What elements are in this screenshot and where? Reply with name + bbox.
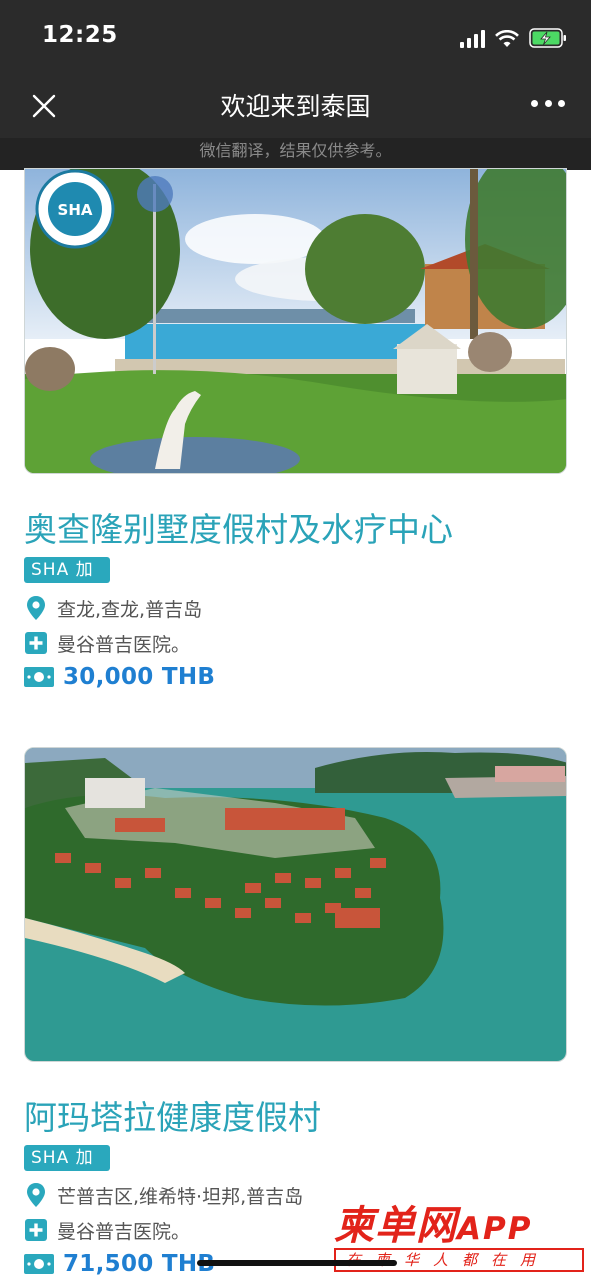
hospital-text: 曼谷普吉医院。 xyxy=(57,1220,191,1243)
wifi-icon xyxy=(495,30,519,48)
medical-cross-icon xyxy=(24,1217,48,1243)
sha-seal-icon: SHA xyxy=(35,169,115,249)
translation-notice: 微信翻译，结果仅供参考。 xyxy=(0,138,591,170)
cellular-signal-icon xyxy=(460,30,485,48)
nav-bar: 欢迎来到泰国 xyxy=(0,72,591,138)
location-pin-icon xyxy=(24,1182,48,1208)
hospital-row: 曼谷普吉医院。 xyxy=(24,628,190,658)
listing-2-photo[interactable] xyxy=(24,747,567,1062)
location-row: 芒普吉区,维希特·坦邦,普吉岛 xyxy=(24,1180,303,1210)
status-icons xyxy=(460,26,567,48)
price-text: 30,000 THB xyxy=(63,664,216,690)
hospital-text: 曼谷普吉医院。 xyxy=(57,633,191,656)
location-text: 芒普吉区,维希特·坦邦,普吉岛 xyxy=(57,1185,304,1208)
listing-1-photo[interactable]: SHA xyxy=(24,168,567,474)
svg-text:SHA: SHA xyxy=(58,201,93,219)
location-row: 查龙,查龙,普吉岛 xyxy=(24,593,202,623)
price-row: 30,000 THB xyxy=(24,662,215,692)
battery-charging-icon xyxy=(529,28,567,48)
money-icon xyxy=(24,664,54,690)
watermark-title: 柬单网APP xyxy=(334,1203,533,1249)
price-row: 71,500 THB xyxy=(24,1249,215,1279)
status-bar: 12:25 xyxy=(0,0,591,72)
resort-pool-garden-photo: SHA xyxy=(25,169,566,473)
sha-plus-badge: SHA 加 xyxy=(24,1145,110,1171)
medical-cross-icon xyxy=(24,630,48,656)
hotel-name-link[interactable]: 阿玛塔拉健康度假村 xyxy=(24,1091,321,1139)
aerial-peninsula-resort-photo xyxy=(25,748,566,1061)
location-text: 查龙,查龙,普吉岛 xyxy=(57,598,203,621)
location-pin-icon xyxy=(24,595,48,621)
status-time: 12:25 xyxy=(42,22,118,48)
price-text: 71,500 THB xyxy=(63,1251,216,1277)
hotel-name-link[interactable]: 奥查隆别墅度假村及水疗中心 xyxy=(24,503,453,551)
home-indicator[interactable] xyxy=(197,1260,397,1266)
hospital-row: 曼谷普吉医院。 xyxy=(24,1215,190,1245)
more-button[interactable] xyxy=(531,100,565,110)
page-title: 欢迎来到泰国 xyxy=(220,92,371,121)
more-icon xyxy=(531,100,538,107)
sha-plus-badge: SHA 加 xyxy=(24,557,110,583)
money-icon xyxy=(24,1251,54,1277)
